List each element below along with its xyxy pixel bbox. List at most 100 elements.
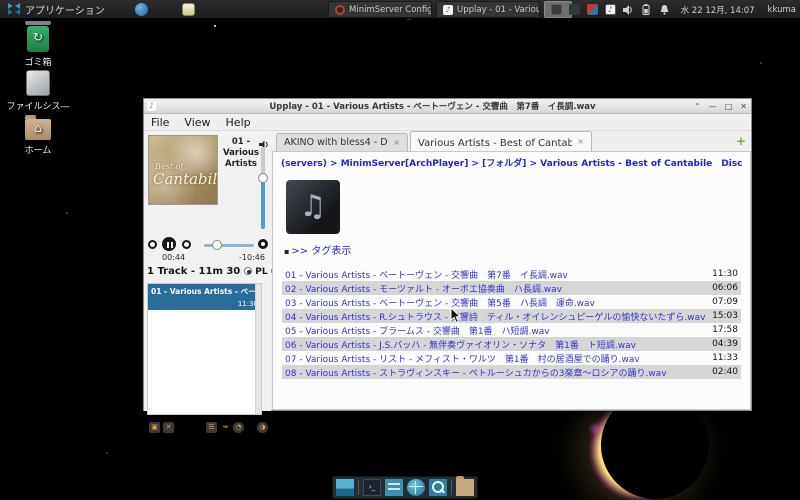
file-manager-icon[interactable]: [385, 479, 403, 496]
terminal-icon[interactable]: ›_: [363, 479, 381, 496]
window-titlebar[interactable]: ♪ Upplay - 01 - Various Artists - ベートーヴェ…: [144, 99, 751, 114]
player-toolbar: ▣ ✕ ☰ ⌁ ◔ ◑: [144, 419, 271, 437]
track-row[interactable]: 04 - Various Artists - R.シュトラウス - 交響詩 ティ…: [282, 309, 741, 323]
seek-slider-handle[interactable]: [212, 240, 222, 250]
menu-view[interactable]: View: [184, 116, 210, 129]
status-tray-icon[interactable]: [569, 4, 580, 15]
track-row[interactable]: 03 - Various Artists - ベートーヴェン - 交響曲 第5番…: [282, 295, 741, 309]
track-row[interactable]: 08 - Various Artists - ストラヴィンスキー - ペトルーシ…: [282, 365, 741, 379]
window-icon: ♪: [147, 102, 156, 111]
playlist-scrollbar[interactable]: [255, 284, 261, 414]
desktop-icon-filesystem[interactable]: ファイルシス―: [6, 70, 70, 112]
library-browser-pane: AKINO with bless4 - Decennia × Various A…: [271, 131, 752, 411]
applications-menu-icon: [8, 3, 20, 15]
player-pane: Best of Cantabile 01 - Various Artists 0…: [144, 131, 271, 411]
search-icon[interactable]: [429, 479, 447, 496]
applications-menu[interactable]: アプリケーション: [0, 0, 113, 18]
repeat-icon[interactable]: ◔: [233, 422, 244, 433]
volume-slider-handle[interactable]: [258, 173, 268, 183]
playlist-summary: 1 Track - 11m 30: [147, 266, 240, 277]
playlist-summary-row: 1 Track - 11m 30 PL RD: [147, 265, 269, 279]
volume-slider[interactable]: [261, 147, 265, 229]
dock-separator: [451, 480, 452, 495]
dock-separator: [358, 480, 359, 495]
window-controls: ⌃ — □ ✕: [694, 99, 747, 114]
track-row[interactable]: 07 - Various Artists - リスト - メフィスト・ワルツ 第…: [282, 351, 741, 365]
maximize-button[interactable]: □: [725, 102, 733, 111]
volume-tray-icon[interactable]: [623, 4, 634, 15]
playlist-mode-radio[interactable]: [244, 267, 252, 275]
taskbar-item-minimserver[interactable]: MinimServer Configurat…: [328, 1, 432, 18]
shuffle-icon[interactable]: ◑: [257, 422, 268, 433]
next-button[interactable]: [182, 240, 191, 249]
music-note-tray-icon[interactable]: ♪: [605, 4, 616, 15]
show-tags-link[interactable]: ▪>> タグ表示: [284, 242, 351, 257]
pause-button[interactable]: [162, 237, 176, 251]
launcher-notes-icon[interactable]: [182, 3, 195, 16]
previous-button[interactable]: [148, 240, 157, 249]
applications-menu-label: アプリケーション: [25, 2, 105, 17]
album-thumbnail-note-icon: ♫: [286, 180, 340, 234]
minimserver-icon: [335, 5, 345, 15]
menu-help[interactable]: Help: [226, 116, 251, 129]
browser-content: (servers) > MinimServer[ArchPlayer] > [フ…: [272, 151, 751, 410]
remaining-time: -10:46: [239, 253, 265, 262]
playlist-item-selected[interactable]: 01 - Various Artists - ベートーヴェン - 11:30: [148, 284, 261, 310]
mouse-cursor: [450, 308, 462, 324]
playlist-tool-icon[interactable]: ▣: [149, 422, 160, 433]
window-title: Upplay - 01 - Various Artists - ベートーヴェン …: [174, 100, 691, 112]
desktop-icon-trash[interactable]: ゴミ箱: [6, 26, 70, 68]
track-list: 01 - Various Artists - ベートーヴェン - 交響曲 第7番…: [282, 267, 741, 379]
notifications-bell-icon[interactable]: [659, 4, 670, 15]
shade-button[interactable]: ⌃: [694, 102, 701, 111]
seek-slider[interactable]: [204, 244, 254, 247]
upplay-window: ♪ Upplay - 01 - Various Artists - ベートーヴェ…: [143, 98, 752, 411]
system-tray: ♪ 水 22 12月, 14:07 kkuma: [551, 0, 796, 19]
folder-icon[interactable]: [456, 479, 474, 496]
star: [214, 25, 216, 27]
trash-icon: [27, 26, 49, 52]
filesystem-icon: [26, 70, 50, 96]
show-desktop-icon[interactable]: [336, 479, 354, 496]
session-user-label[interactable]: kkuma: [768, 5, 796, 15]
window-buttons-area: MinimServer Configurat… ♪ Upplay - 01 - …: [328, 1, 572, 18]
eclipse-fringe: [591, 424, 601, 434]
upplay-icon: ♪: [443, 5, 453, 15]
track-row[interactable]: 05 - Various Artists - ブラームス - 交響曲 第1番 ハ…: [282, 323, 741, 337]
track-row[interactable]: 01 - Various Artists - ベートーヴェン - 交響曲 第7番…: [282, 267, 741, 281]
playlist-panel: 01 - Various Artists - ベートーヴェン - 11:30: [147, 283, 262, 415]
network-tray-icon[interactable]: [587, 4, 598, 15]
minimize-button[interactable]: —: [709, 102, 717, 111]
breadcrumb[interactable]: (servers) > MinimServer[ArchPlayer] > [フ…: [281, 156, 742, 169]
tab-akino[interactable]: AKINO with bless4 - Decennia ×: [276, 133, 408, 151]
star: [66, 212, 68, 214]
stop-button[interactable]: [258, 239, 268, 249]
home-folder-icon: [25, 119, 51, 140]
tab-bar: AKINO with bless4 - Decennia × Various A…: [271, 131, 752, 151]
track-row[interactable]: 06 - Various Artists - J.S.バッハ - 無伴奏ヴァイオ…: [282, 337, 741, 351]
taskbar-item-upplay[interactable]: ♪ Upplay - 01 - Various Ar…: [436, 1, 540, 18]
tab-close-icon[interactable]: ×: [577, 137, 584, 146]
launcher-browser-icon[interactable]: [135, 3, 148, 16]
bullet-icon: ▪: [284, 247, 289, 256]
tab-close-icon[interactable]: ×: [393, 138, 400, 147]
top-panel: アプリケーション MinimServer Configurat… ♪ Uppla…: [0, 0, 800, 19]
new-tab-button[interactable]: +: [736, 136, 746, 146]
track-row[interactable]: 02 - Various Artists - モーツァルト - オーボエ協奏曲 …: [282, 281, 741, 295]
clipboard-tray-icon[interactable]: [551, 4, 562, 15]
web-browser-icon[interactable]: [407, 479, 425, 496]
battery-tray-icon[interactable]: [641, 4, 652, 15]
elapsed-time: 00:44: [162, 253, 185, 262]
desktop-icon-home[interactable]: ホーム: [6, 114, 70, 156]
star: [106, 452, 108, 454]
star: [760, 62, 762, 64]
tab-cantabile[interactable]: Various Artists - Best of Cantabile Disc…: [410, 131, 592, 151]
list-view-icon[interactable]: ☰: [206, 422, 217, 433]
clock[interactable]: 水 22 12月, 14:07: [681, 4, 755, 16]
album-art: Best of Cantabile: [148, 135, 218, 205]
now-playing-label: 01 - Various Artists: [220, 137, 262, 173]
menu-file[interactable]: File: [151, 116, 169, 129]
remove-tool-icon[interactable]: ✕: [163, 422, 174, 433]
sweep-icon[interactable]: ⌁: [220, 422, 231, 433]
close-button[interactable]: ✕: [740, 102, 747, 111]
